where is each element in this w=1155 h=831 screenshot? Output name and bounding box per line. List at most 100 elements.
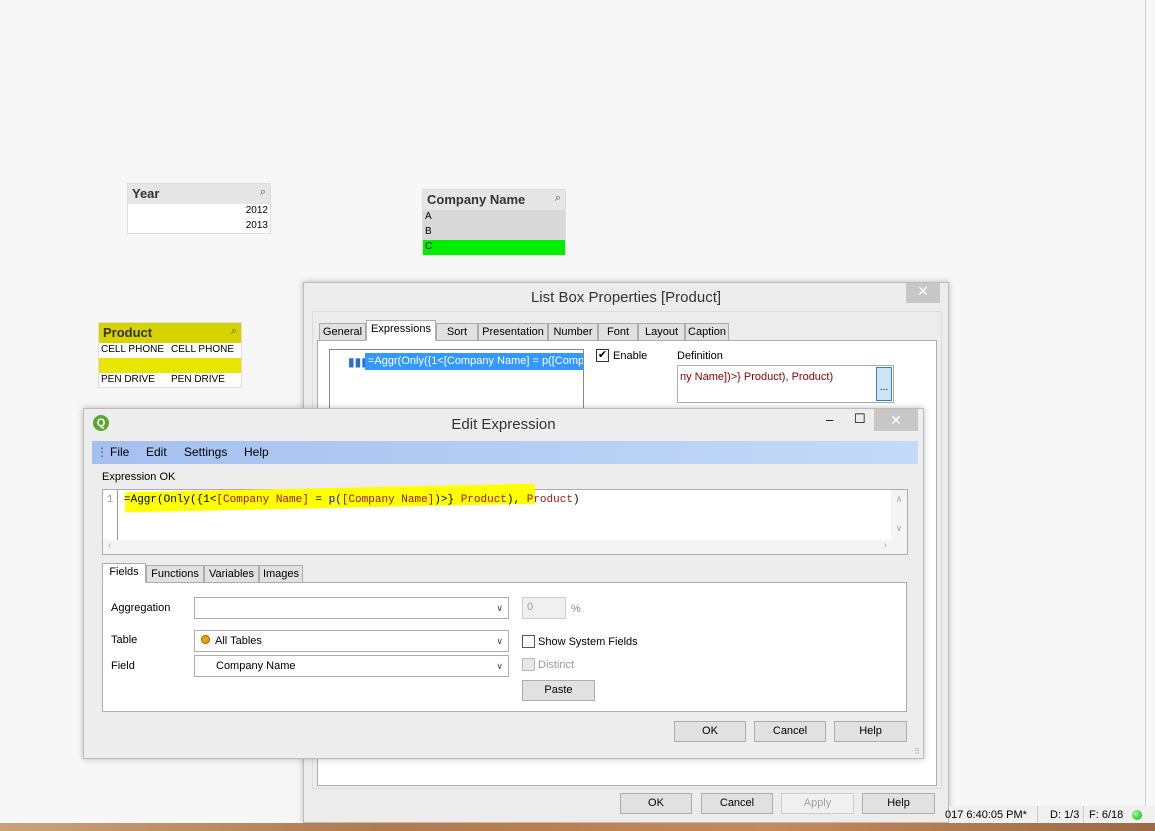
expression-text: =Aggr(Only({1<[Company Name] = p([Compan…	[124, 494, 580, 506]
listbox-product[interactable]: Product ⌕ CELL PHONE CELL PHONE PEN DRIVE P…	[98, 322, 242, 388]
expr-token: Product	[526, 494, 573, 506]
status-timestamp: 017 6:40:05 PM*	[945, 809, 1027, 821]
listbox-header[interactable]: Year ⌕	[128, 184, 270, 204]
tab-caption[interactable]: Caption	[685, 323, 729, 341]
help-button[interactable]: Help	[834, 721, 907, 742]
expression-status: Expression OK	[102, 471, 176, 483]
aggregation-select[interactable]: ∨	[194, 597, 509, 619]
expression-editor[interactable]: 1 =Aggr(Only({1<[Company Name] = p([Comp…	[102, 483, 908, 555]
enable-checkbox[interactable]: ✔	[596, 349, 609, 362]
resize-grip-icon[interactable]: ⠿	[914, 747, 920, 756]
definition-field[interactable]: ny Name])>} Product), Product)	[677, 365, 894, 403]
expr-token: )	[572, 494, 580, 506]
expr-token: p(	[328, 494, 342, 506]
listbox-year[interactable]: Year ⌕ 2012 2013	[127, 183, 271, 234]
tab-presentation[interactable]: Presentation	[478, 323, 548, 341]
horizontal-scrollbar[interactable]: ‹ ›	[103, 540, 907, 554]
fields-panel: Aggregation ∨ 0 % Table All Tables ∨ Show…	[102, 582, 907, 712]
field-select[interactable]: Company Name ∨	[194, 655, 509, 677]
tab-sort[interactable]: Sort	[436, 323, 478, 341]
percent-input[interactable]: 0	[522, 597, 566, 619]
tab-images[interactable]: Images	[259, 565, 303, 583]
menu-help[interactable]: Help	[244, 441, 269, 464]
expr-token: )>}	[434, 494, 461, 506]
select-value: All Tables	[215, 635, 262, 647]
canvas-border	[1145, 0, 1146, 806]
list-item[interactable]: 2013	[128, 219, 270, 234]
cell: CELL PHONE	[171, 344, 234, 355]
close-button[interactable]: ✕	[906, 283, 940, 303]
grip-icon: ⋮	[96, 445, 108, 459]
status-document: D: 1/3	[1037, 806, 1079, 824]
tab-fields[interactable]: Fields	[102, 563, 146, 583]
definition-label: Definition	[677, 350, 723, 362]
search-icon[interactable]: ⌕	[260, 186, 266, 199]
listbox-header[interactable]: Company Name ⌕	[423, 190, 565, 210]
expression-item[interactable]: =Aggr(Only({1<[Company Name] = p([Compa	[365, 353, 583, 370]
cancel-button[interactable]: Cancel	[701, 793, 773, 814]
minimize-button[interactable]: ‒	[826, 412, 833, 427]
ok-button[interactable]: OK	[674, 721, 746, 742]
search-icon[interactable]: ⌕	[555, 192, 561, 205]
close-button[interactable]: ✕	[874, 409, 918, 431]
paste-button[interactable]: Paste	[522, 680, 595, 701]
list-item[interactable]: PEN DRIVE PEN DRIVE	[99, 373, 241, 388]
cell: CELL PHONE	[101, 344, 164, 355]
edit-expression-button[interactable]: ...	[876, 367, 892, 401]
distinct-label: Distinct	[538, 659, 575, 671]
tab-expressions[interactable]: Expressions	[366, 320, 436, 341]
list-item[interactable]: 2012	[128, 204, 270, 219]
status-fields: F: 6/18	[1083, 806, 1123, 824]
expr-token: ),	[506, 494, 527, 506]
menu-bar: ⋮ File Edit Settings Help	[92, 441, 918, 464]
status-indicator-icon	[1132, 810, 1142, 820]
aggregation-label: Aggregation	[111, 602, 171, 614]
tab-number[interactable]: Number	[548, 323, 598, 341]
listbox-company-name[interactable]: Company Name ⌕ A B C	[422, 189, 566, 255]
menu-edit[interactable]: Edit	[146, 441, 167, 464]
list-item[interactable]: A	[423, 210, 565, 225]
expr-token: =	[308, 494, 329, 506]
list-item[interactable]: CELL PHONE CELL PHONE	[99, 343, 241, 358]
tab-general[interactable]: General	[319, 323, 366, 341]
tab-functions[interactable]: Functions	[146, 565, 204, 583]
dialog-title: Edit Expression	[451, 416, 556, 433]
help-button[interactable]: Help	[862, 793, 935, 814]
list-item-selected[interactable]: C	[423, 240, 565, 255]
taskbar	[0, 823, 1155, 831]
select-value: Company Name	[216, 660, 296, 672]
listbox-title: Year	[132, 186, 160, 201]
ok-button[interactable]: OK	[620, 793, 692, 814]
show-system-fields-label: Show System Fields	[538, 636, 638, 648]
enable-label: Enable	[613, 350, 648, 362]
cell: PEN DRIVE	[171, 374, 225, 385]
edit-expression-dialog: Q Edit Expression ‒ ☐ ✕ ⋮ File Edit Sett…	[83, 408, 924, 759]
expr-token: =Aggr(Only({1<	[124, 494, 217, 506]
expr-token: [Company Name]	[216, 494, 309, 506]
maximize-button[interactable]: ☐	[854, 411, 866, 427]
expr-token: Product	[460, 494, 507, 506]
table-icon	[201, 635, 210, 644]
table-label: Table	[111, 634, 138, 646]
table-select[interactable]: All Tables ∨	[194, 630, 509, 652]
menu-settings[interactable]: Settings	[184, 441, 227, 464]
dialog-title: List Box Properties [Product]	[530, 289, 722, 306]
listbox-header[interactable]: Product ⌕	[99, 323, 241, 343]
vertical-scrollbar[interactable]: ∧ ∨	[891, 490, 907, 540]
apply-button[interactable]: Apply	[781, 793, 854, 814]
tab-variables[interactable]: Variables	[204, 565, 259, 583]
cell: PEN DRIVE	[101, 374, 155, 385]
distinct-checkbox[interactable]	[522, 658, 535, 671]
menu-file[interactable]: File	[110, 441, 129, 464]
show-system-fields-checkbox[interactable]	[522, 635, 535, 648]
list-item[interactable]	[99, 358, 241, 373]
status-bar: 017 6:40:05 PM* D: 1/3 F: 6/18	[945, 806, 1155, 824]
search-icon[interactable]: ⌕	[231, 325, 237, 338]
chevron-down-icon: ∨	[496, 603, 503, 613]
tab-layout[interactable]: Layout	[638, 323, 685, 341]
cancel-button[interactable]: Cancel	[754, 721, 826, 742]
tab-font[interactable]: Font	[598, 323, 638, 341]
list-item[interactable]: B	[423, 225, 565, 240]
listbox-title: Product	[103, 325, 153, 340]
chevron-down-icon: ∨	[496, 636, 503, 646]
